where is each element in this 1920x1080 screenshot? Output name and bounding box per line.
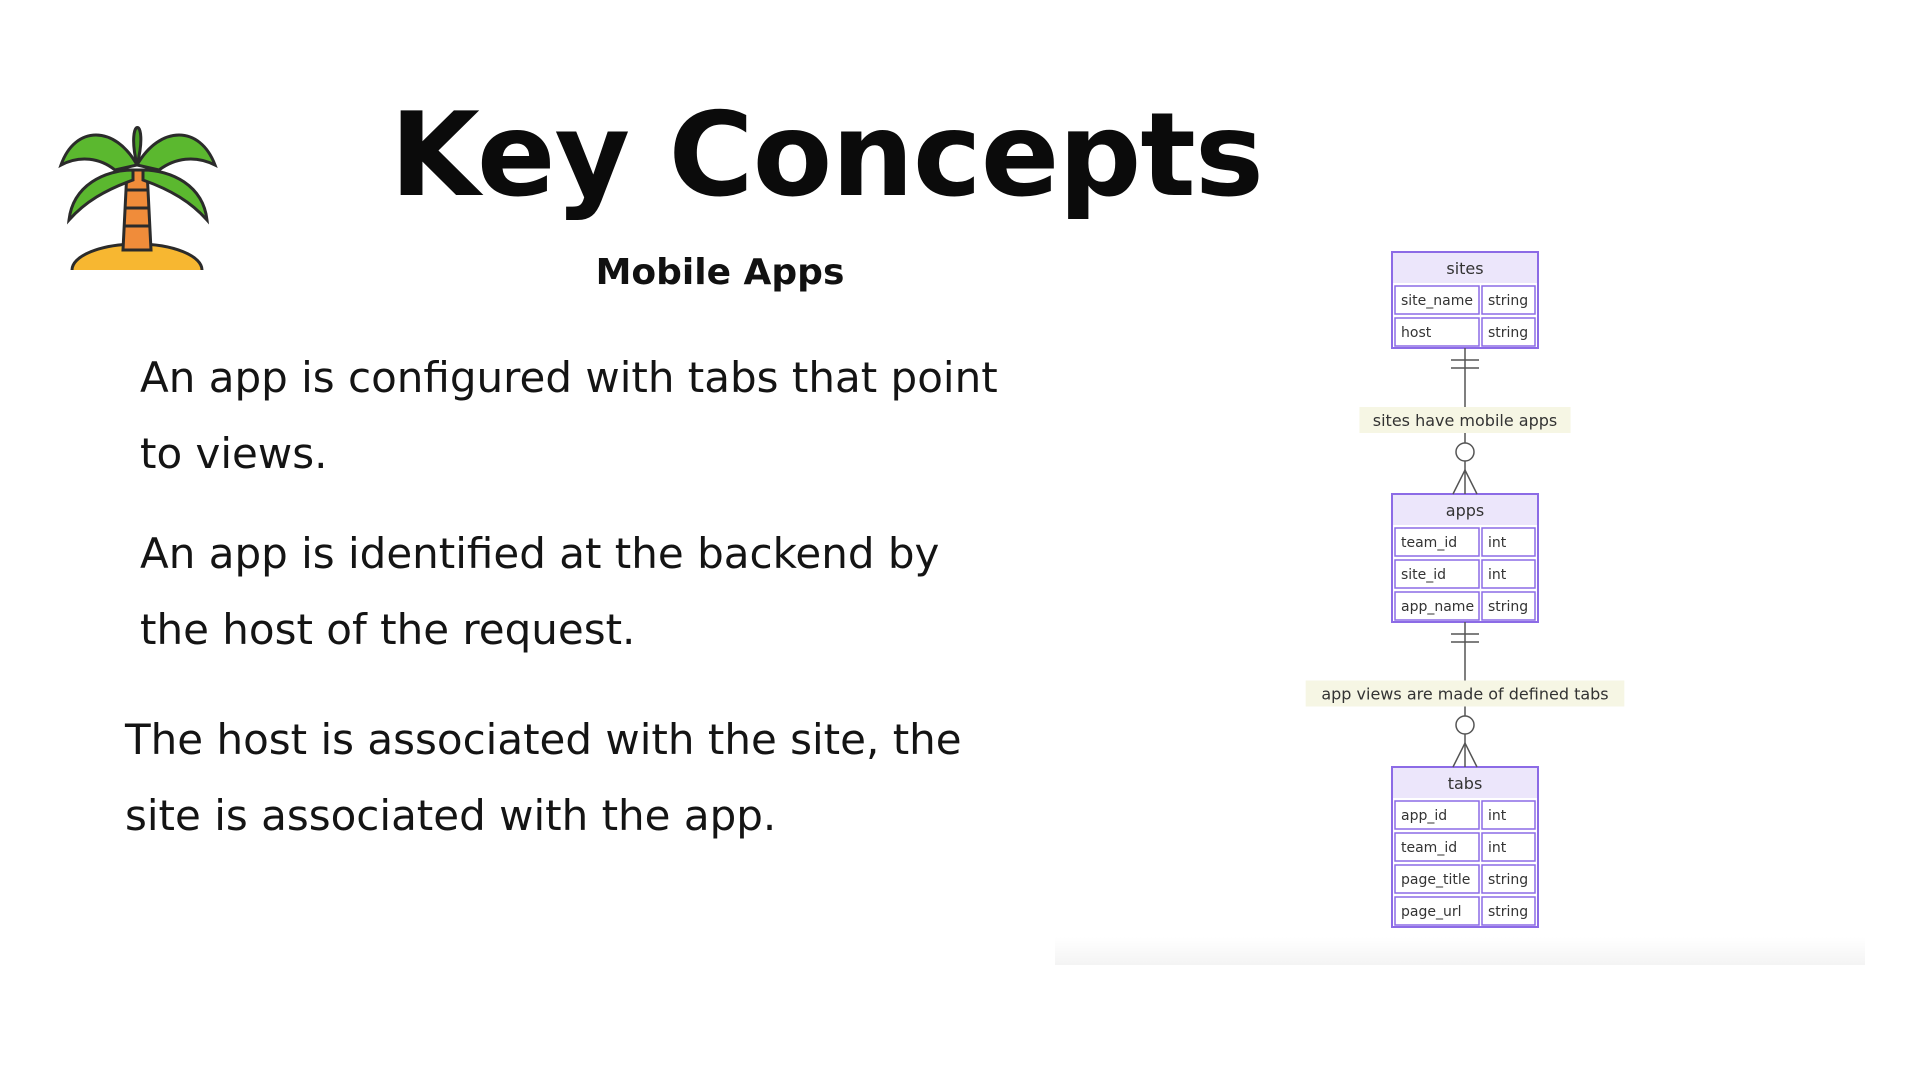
field-type: string — [1488, 599, 1528, 615]
paragraph-site: The host is associated with the site, th… — [125, 715, 962, 840]
relationship-label: app views are made of defined tabs — [1321, 685, 1608, 704]
field-type: int — [1488, 840, 1507, 856]
field-type: string — [1488, 325, 1528, 341]
entity-title-tabs: tabs — [1448, 774, 1483, 793]
field-name: site_id — [1401, 567, 1446, 583]
many-marker-circle — [1455, 442, 1475, 462]
slide-title: Key Concepts — [390, 88, 1264, 223]
paragraph-host: An app is identified at the backend by t… — [140, 529, 940, 654]
field-name: site_name — [1401, 293, 1473, 309]
field-type: string — [1488, 872, 1528, 888]
entity-title-apps: apps — [1446, 501, 1484, 520]
palm-tree-island-icon — [55, 110, 220, 298]
paragraph-tabs: An app is configured with tabs that poin… — [140, 353, 998, 478]
relationship-label: sites have mobile apps — [1373, 411, 1557, 430]
field-type: int — [1488, 535, 1507, 551]
field-type: string — [1488, 293, 1528, 309]
er-diagram: sites site_name string host string apps team_i… — [1055, 240, 1865, 965]
field-name: host — [1401, 325, 1432, 341]
diagram-bottom-shade — [1055, 937, 1865, 965]
field-name: app_name — [1401, 599, 1474, 615]
field-name: app_id — [1401, 808, 1447, 824]
entity-title-sites: sites — [1446, 259, 1483, 278]
many-marker-circle — [1455, 715, 1475, 735]
field-name: team_id — [1401, 535, 1457, 551]
field-name: page_title — [1401, 872, 1470, 888]
field-name: team_id — [1401, 840, 1457, 856]
field-type: string — [1488, 904, 1528, 920]
er-diagram-canvas: sitessite_name stringhost stringappsteam_i… — [1305, 251, 1625, 928]
field-type: int — [1488, 567, 1507, 583]
field-type: int — [1488, 808, 1507, 824]
field-name: page_url — [1401, 904, 1461, 920]
slide-subtitle: Mobile Apps — [595, 252, 845, 293]
